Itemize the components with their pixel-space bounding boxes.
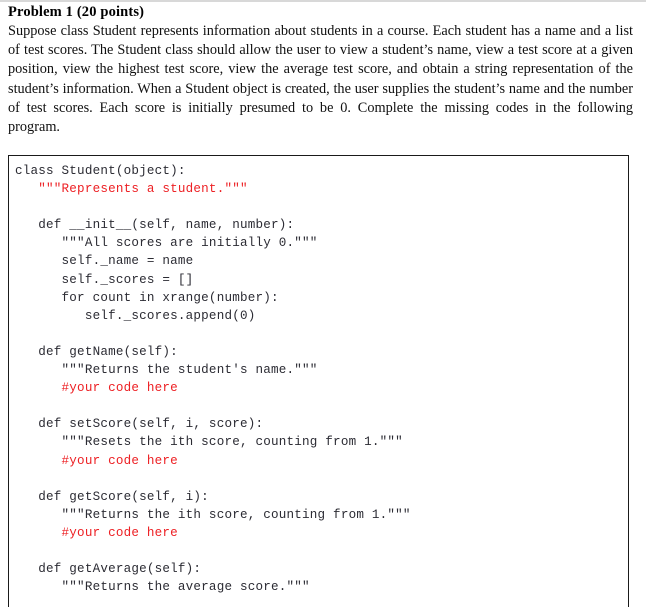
code-line: def getName(self): (15, 344, 178, 359)
code-line: self._scores.append(0) (15, 308, 256, 323)
code-line: """Returns the ith score, counting from … (15, 507, 411, 522)
code-line: """Represents a student.""" (15, 182, 248, 197)
code-line: def __init__(self, name, number): (15, 218, 295, 233)
code-line: def getScore(self, i): (15, 489, 209, 504)
problem-description: Suppose class Student represents informa… (8, 23, 633, 136)
code-line: self._name = name (15, 254, 194, 269)
code-line: class Student(object): (15, 164, 186, 178)
document-page: Problem 1 (20 points) Suppose class Stud… (0, 0, 646, 607)
code-line: #your code here (15, 453, 178, 468)
code-line: #your code here (15, 381, 178, 396)
problem-statement: Problem 1 (20 points) Suppose class Stud… (0, 0, 646, 137)
code-line: def setScore(self, i, score): (15, 417, 264, 432)
code-block-container: class Student(object): """Represents a s… (8, 155, 629, 607)
code-line: for count in xrange(number): (15, 290, 279, 305)
code-line: """Returns the average score.""" (15, 580, 310, 595)
code-line: self._scores = [] (15, 272, 194, 287)
code-listing: class Student(object): """Represents a s… (9, 156, 628, 596)
code-line: """All scores are initially 0.""" (15, 236, 318, 251)
code-line: def getAverage(self): (15, 562, 202, 577)
code-line: #your code here (15, 525, 178, 540)
problem-title: Problem 1 (20 points) (8, 4, 145, 20)
code-line: """Returns the student's name.""" (15, 363, 318, 378)
code-line: """Resets the ith score, counting from 1… (15, 435, 403, 450)
code-lines: class Student(object): """Represents a s… (15, 162, 628, 596)
